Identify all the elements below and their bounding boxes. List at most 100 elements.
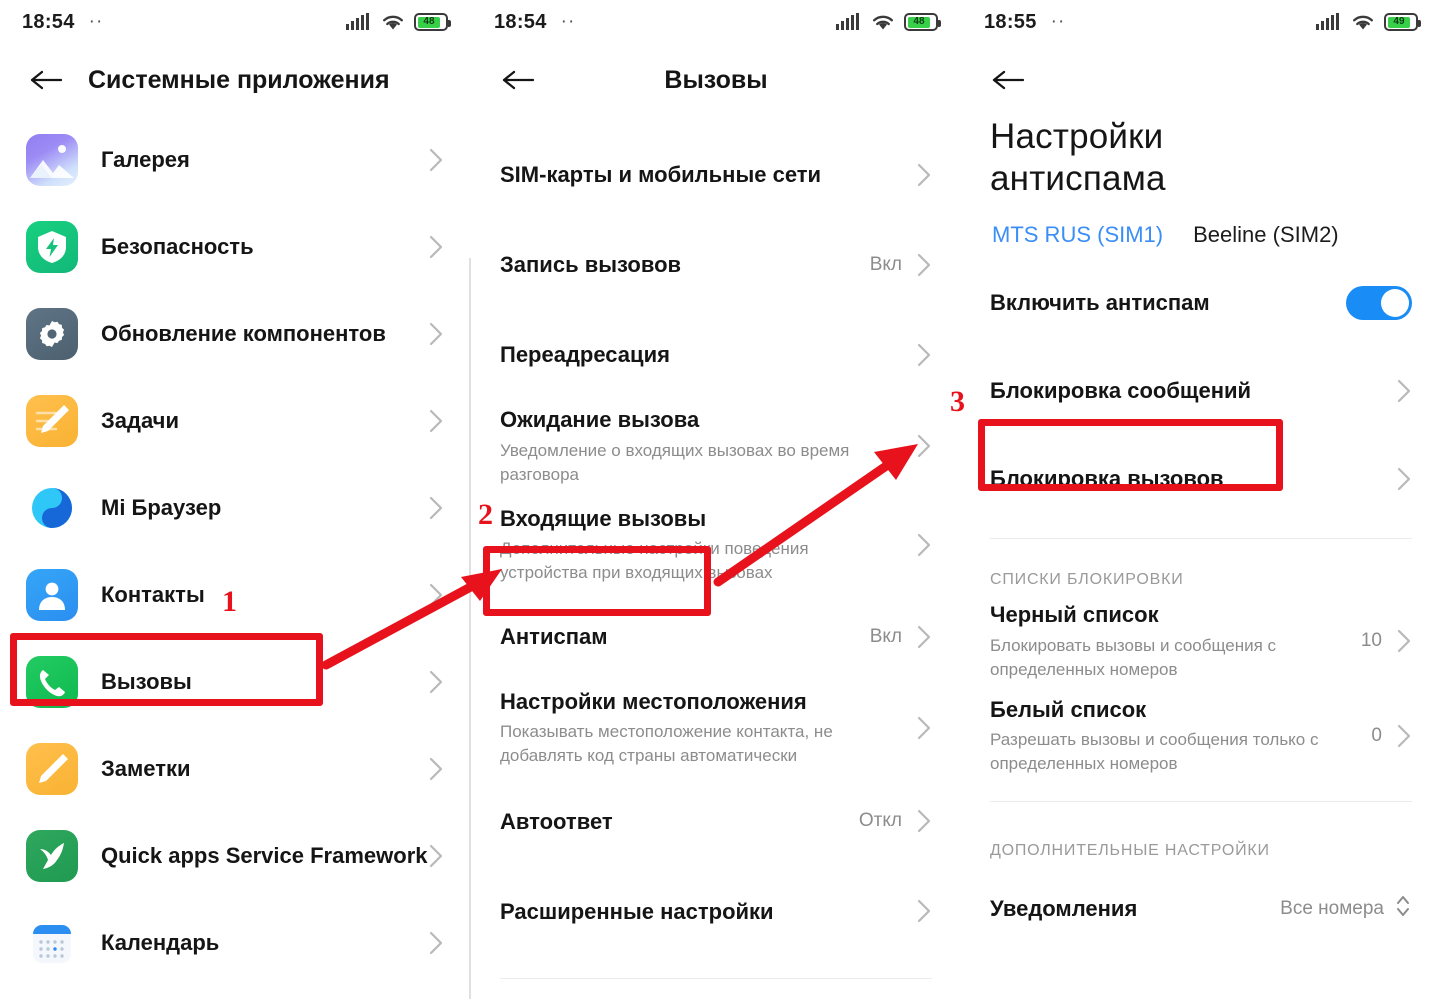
chevron-right-icon — [428, 756, 444, 782]
setting-row-call-forwarding[interactable]: Переадресация — [472, 318, 960, 392]
antispam-toggle[interactable] — [1346, 286, 1412, 320]
setting-row-notifications[interactable]: Уведомления Все номера — [962, 872, 1440, 946]
status-bar-panel1: 18:54 ·· 48 — [0, 0, 470, 44]
row-title: Блокировка сообщений — [990, 378, 1252, 404]
status-icons: 49 — [1316, 13, 1421, 31]
section-divider — [500, 978, 932, 980]
app-label: Контакты — [101, 581, 205, 607]
chevron-right-icon — [428, 147, 444, 173]
row-subtitle: Блокировать вызовы и сообщения с определ… — [990, 635, 1277, 679]
app-label: Безопасность — [101, 233, 254, 259]
battery-icon: 48 — [414, 13, 451, 31]
row-subtitle: Дополнительные настройки поведения устро… — [500, 539, 809, 583]
chevron-right-icon — [1396, 628, 1412, 654]
signal-bars-icon — [346, 13, 369, 30]
system-apps-list: Галерея Безопасность Обновление компонен… — [0, 116, 470, 999]
status-dots: ·· — [88, 11, 104, 33]
back-arrow-icon[interactable] — [498, 60, 538, 100]
signal-bars-icon — [836, 13, 859, 30]
chevron-right-icon — [916, 433, 932, 459]
setting-row-incoming-calls[interactable]: Входящие вызовы Дополнительные настройки… — [472, 505, 960, 586]
app-row-contacts[interactable]: Контакты — [0, 551, 470, 638]
app-row-notes[interactable]: Заметки — [0, 725, 470, 812]
app-label: Заметки — [101, 755, 191, 781]
sim-tab-sim2[interactable]: Beeline (SIM2) — [1193, 222, 1339, 248]
app-row-gallery[interactable]: Галерея — [0, 116, 470, 203]
row-value: Все номера — [1280, 897, 1384, 919]
row-title: Антиспам — [500, 623, 608, 649]
setting-row-antispam[interactable]: Антиспам Вкл — [472, 600, 960, 674]
app-row-tasks[interactable]: Задачи — [0, 377, 470, 464]
section-divider — [990, 800, 1412, 802]
setting-row-block-messages[interactable]: Блокировка сообщений — [962, 354, 1440, 428]
setting-row-whitelist[interactable]: Белый список Разрешать вызовы и сообщени… — [962, 696, 1440, 777]
page-title: Системные приложения — [88, 65, 390, 94]
battery-level: 49 — [1393, 16, 1405, 27]
chevron-right-icon — [916, 342, 932, 368]
app-row-components-update[interactable]: Обновление компонентов — [0, 290, 470, 377]
app-row-partial[interactable] — [0, 986, 470, 999]
group-header-extra: ДОПОЛНИТЕЛЬНЫЕ НАСТРОЙКИ — [990, 841, 1270, 859]
app-label: Галерея — [101, 146, 190, 172]
status-time: 18:54 — [494, 10, 547, 33]
setting-row-auto-answer[interactable]: Автоответ Откл — [472, 784, 960, 858]
row-title: Переадресация — [500, 342, 670, 368]
chevron-right-icon — [916, 715, 932, 741]
battery-icon: 48 — [904, 13, 941, 31]
row-subtitle: Показывать местоположение контакта, не д… — [500, 722, 833, 766]
row-title: Настройки местоположения — [500, 688, 807, 714]
setting-row-block-calls[interactable]: Блокировка вызовов — [962, 442, 1440, 516]
app-row-mi-browser[interactable]: Mi Браузер — [0, 464, 470, 551]
chevron-right-icon — [916, 808, 932, 834]
notes-pencil-icon — [26, 742, 78, 795]
quick-apps-bird-icon — [26, 829, 78, 882]
chevron-right-icon — [428, 321, 444, 347]
row-value: Вкл — [869, 254, 902, 275]
panel-antispam-settings: 18:55 ·· 49 Настройки антиспама MTS RUS … — [962, 0, 1440, 999]
chevron-right-icon — [1396, 378, 1412, 404]
sim-tab-sim1[interactable]: MTS RUS (SIM1) — [992, 222, 1163, 248]
row-title: Уведомления — [990, 895, 1138, 921]
toggle-knob — [1381, 289, 1409, 317]
panel-divider-1 — [469, 258, 471, 999]
mi-browser-icon — [26, 481, 78, 534]
status-dots: ·· — [1050, 11, 1066, 33]
setting-row-sim-cards[interactable]: SIM-карты и мобильные сети — [472, 138, 960, 212]
status-icons: 48 — [836, 13, 941, 31]
back-arrow-icon[interactable] — [988, 60, 1028, 100]
setting-row-call-recording[interactable]: Запись вызовов Вкл — [472, 228, 960, 302]
setting-row-call-waiting[interactable]: Ожидание вызова Уведомление о входящих в… — [472, 406, 960, 487]
calls-settings-list: SIM-карты и мобильные сети Запись вызово… — [472, 116, 960, 999]
status-dots: ·· — [560, 11, 576, 33]
chevron-right-icon — [428, 843, 444, 869]
chevron-right-icon — [428, 234, 444, 260]
signal-bars-icon — [1316, 13, 1339, 30]
chevron-right-icon — [916, 532, 932, 558]
back-arrow-icon[interactable] — [26, 60, 66, 100]
app-row-security[interactable]: Безопасность — [0, 203, 470, 290]
tasks-pencil-icon — [26, 394, 78, 447]
row-value: 0 — [1371, 725, 1382, 747]
security-shield-icon — [26, 220, 78, 273]
calendar-icon — [26, 916, 78, 969]
status-bar-panel3: 18:55 ·· 49 — [962, 0, 1440, 44]
page-title: Вызовы — [664, 65, 768, 94]
app-row-calendar[interactable]: Календарь — [0, 899, 470, 986]
row-subtitle: Разрешать вызовы и сообщения только с оп… — [990, 730, 1319, 774]
setting-row-enable-antispam[interactable]: Включить антиспам — [962, 266, 1440, 340]
setting-row-blacklist[interactable]: Черный список Блокировать вызовы и сообщ… — [962, 601, 1440, 682]
setting-row-advanced[interactable]: Расширенные настройки — [472, 874, 960, 948]
app-label: Quick apps Service Framework — [101, 842, 428, 868]
wifi-icon — [383, 15, 403, 30]
setting-row-location-settings[interactable]: Настройки местоположения Показывать мест… — [472, 688, 960, 769]
row-title: Черный список — [990, 602, 1159, 627]
app-row-calls[interactable]: Вызовы — [0, 638, 470, 725]
app-row-quick-apps[interactable]: Quick apps Service Framework — [0, 812, 470, 899]
screenshot-root: 18:54 ·· 48 Системные приложения Галерея… — [0, 0, 1440, 999]
row-value: Откл — [858, 810, 902, 832]
stepper-updown-icon[interactable] — [1394, 892, 1412, 925]
chevron-right-icon — [428, 408, 444, 434]
row-title: Блокировка вызовов — [990, 466, 1224, 492]
row-title: SIM-карты и мобильные сети — [500, 162, 822, 188]
gallery-icon — [26, 133, 78, 186]
